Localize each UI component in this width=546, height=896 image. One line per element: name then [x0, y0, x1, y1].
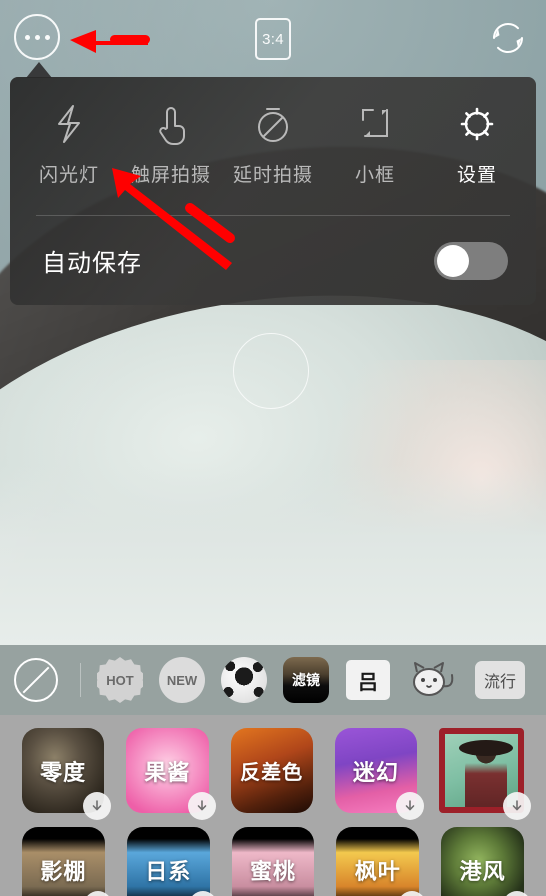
- more-dot-icon: [44, 34, 50, 40]
- camera-screen: 3:4 闪光灯 触屏拍摄 延时拍摄 小框 设置 自动保存 HOT NEW 滤镜 …: [0, 0, 546, 896]
- focus-ring-indicator: [233, 333, 309, 409]
- filter-label: 日系: [145, 858, 192, 884]
- timer-off-icon: [252, 101, 294, 147]
- small-frame-icon: [355, 101, 395, 147]
- option-flash[interactable]: 闪光灯: [18, 101, 120, 215]
- category-soccer-ball[interactable]: [221, 657, 267, 703]
- lv-card-thumbnail: 吕: [346, 660, 390, 700]
- download-icon[interactable]: [187, 792, 216, 820]
- filter-label: 港风: [459, 858, 506, 884]
- download-icon[interactable]: [83, 792, 112, 820]
- filter-item[interactable]: 反差色: [230, 728, 313, 813]
- option-touch-shoot-label: 触屏拍摄: [130, 165, 211, 186]
- filter-label: 零度: [40, 759, 87, 785]
- aspect-ratio-button[interactable]: 3:4: [255, 18, 291, 60]
- category-lv-card[interactable]: 吕: [345, 657, 391, 703]
- filter-item[interactable]: 枫叶: [336, 827, 427, 896]
- auto-save-label: 自动保存: [42, 250, 142, 277]
- photo-hat: [459, 740, 513, 756]
- hot-badge-icon: HOT: [97, 657, 143, 703]
- new-badge-icon: NEW: [159, 657, 205, 703]
- category-separator: [80, 663, 81, 697]
- filter-row: 影棚 日系 蜜桃 枫叶 港风: [0, 827, 546, 896]
- aspect-ratio-label: 3:4: [262, 30, 284, 48]
- category-no-filter[interactable]: [14, 658, 58, 702]
- filter-item[interactable]: [439, 728, 531, 820]
- trending-tag: 流行: [475, 661, 526, 699]
- filter-item[interactable]: 果酱: [126, 728, 216, 820]
- filter-item[interactable]: 蜜桃: [231, 827, 315, 896]
- panel-pointer-triangle: [26, 62, 52, 78]
- category-trending[interactable]: 流行: [475, 657, 526, 703]
- filter-category-bar: HOT NEW 滤镜 吕 流行: [0, 645, 546, 715]
- filter-label: 果酱: [144, 759, 191, 785]
- option-timer-label: 延时拍摄: [232, 165, 313, 186]
- download-icon[interactable]: [503, 792, 531, 820]
- filter-grid: 零度 果酱 反差色 迷幻 影棚 日系 蜜桃 枫叶 港风: [0, 715, 546, 896]
- gear-icon: [456, 101, 498, 147]
- camera-flip-icon: [493, 23, 523, 53]
- category-lens-pack[interactable]: 滤镜: [283, 657, 329, 703]
- more-dot-icon: [34, 34, 40, 40]
- category-new[interactable]: NEW: [159, 657, 205, 703]
- option-flash-label: 闪光灯: [38, 165, 99, 186]
- filter-label: 影棚: [40, 858, 87, 884]
- panel-options-row: 闪光灯 触屏拍摄 延时拍摄 小框 设置: [10, 77, 536, 215]
- category-trending-label: 流行: [484, 674, 517, 691]
- top-toolbar: 3:4: [0, 0, 546, 74]
- more-options-button[interactable]: [14, 14, 60, 60]
- option-small-frame[interactable]: 小框: [324, 101, 426, 215]
- filter-row: 零度 果酱 反差色 迷幻: [0, 728, 546, 820]
- filter-item[interactable]: 影棚: [22, 827, 112, 896]
- filter-label: 蜜桃: [249, 858, 296, 884]
- option-small-frame-label: 小框: [354, 165, 395, 186]
- filter-item[interactable]: 日系: [126, 827, 217, 896]
- auto-save-toggle-knob: [437, 244, 469, 277]
- filter-label: 迷幻: [352, 759, 399, 785]
- category-cat-sticker[interactable]: [407, 657, 459, 703]
- filter-label: 反差色: [240, 762, 304, 784]
- category-hot-label: HOT: [106, 672, 134, 688]
- download-icon[interactable]: [396, 792, 424, 820]
- category-hot[interactable]: HOT: [97, 657, 143, 703]
- lens-pack-thumbnail: 滤镜: [283, 657, 329, 703]
- filter-label: 枫叶: [354, 858, 401, 884]
- option-timer[interactable]: 延时拍摄: [222, 101, 324, 215]
- cat-face-icon: [413, 662, 454, 696]
- filter-item[interactable]: 港风: [441, 827, 531, 896]
- filter-item[interactable]: 零度: [22, 728, 112, 820]
- category-lv-card-label: 吕: [358, 671, 378, 694]
- soccer-ball-icon: [221, 657, 267, 703]
- camera-flip-button[interactable]: [486, 16, 530, 60]
- option-settings[interactable]: 设置: [426, 101, 528, 215]
- category-new-label: NEW: [166, 672, 198, 688]
- auto-save-toggle[interactable]: [434, 241, 508, 280]
- settings-dropdown-panel: 闪光灯 触屏拍摄 延时拍摄 小框 设置 自动保存: [10, 77, 536, 305]
- option-touch-shoot[interactable]: 触屏拍摄: [120, 101, 222, 215]
- touch-shoot-hand-icon: [152, 101, 190, 147]
- category-lens-pack-label: 滤镜: [292, 672, 320, 688]
- auto-save-row[interactable]: 自动保存: [10, 216, 536, 305]
- flash-icon: [51, 101, 87, 147]
- more-dot-icon: [24, 34, 30, 40]
- filter-item[interactable]: 迷幻: [334, 728, 424, 820]
- option-settings-label: 设置: [456, 165, 497, 186]
